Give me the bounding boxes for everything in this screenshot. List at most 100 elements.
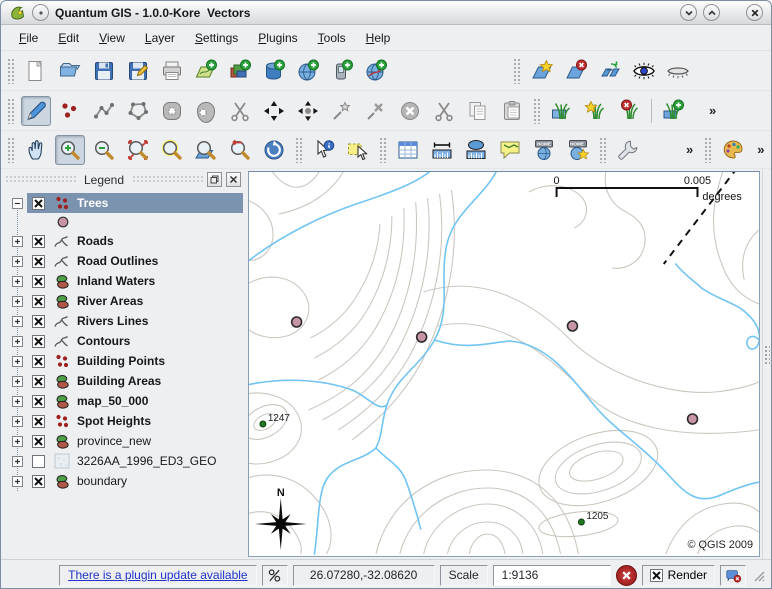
legend-item-river-areas[interactable]: River Areas	[3, 291, 243, 311]
move-feature-button[interactable]	[293, 96, 323, 126]
toolbar-drag-handle[interactable]	[379, 137, 387, 163]
menu-file[interactable]: File	[9, 27, 48, 49]
layer-visibility-checkbox[interactable]	[32, 295, 45, 308]
toolbar-overflow-button[interactable]: »	[752, 142, 769, 157]
expand-icon[interactable]	[12, 256, 23, 267]
new-bookmark-button[interactable]: HOME	[563, 135, 593, 165]
add-wms-layer-button[interactable]	[293, 56, 323, 86]
expand-icon[interactable]	[12, 236, 23, 247]
legend-item-building-areas[interactable]: Building Areas	[3, 371, 243, 391]
expand-icon[interactable]	[12, 296, 23, 307]
capture-point-button[interactable]	[55, 96, 85, 126]
toolbar-drag-handle[interactable]	[295, 137, 303, 163]
toolbar-overflow-button[interactable]: »	[681, 142, 698, 157]
layer-visibility-checkbox[interactable]	[32, 475, 45, 488]
folder-open-button[interactable]	[55, 56, 85, 86]
toolbar-drag-handle[interactable]	[7, 137, 15, 163]
measure-area-button[interactable]	[461, 135, 491, 165]
expand-icon[interactable]	[12, 396, 23, 407]
pan-button[interactable]	[21, 135, 51, 165]
layer-visibility-checkbox[interactable]	[32, 197, 45, 210]
new-layer-button[interactable]	[527, 56, 557, 86]
layer-visibility-checkbox[interactable]	[32, 355, 45, 368]
close-button[interactable]	[746, 4, 763, 21]
refresh-button[interactable]	[259, 135, 289, 165]
collapse-icon[interactable]	[12, 198, 23, 209]
expand-icon[interactable]	[12, 436, 23, 447]
toolbar-drag-handle[interactable]	[513, 58, 521, 84]
select-features-button[interactable]	[343, 135, 373, 165]
capture-line-button[interactable]	[89, 96, 119, 126]
add-raster-layer-button[interactable]	[225, 56, 255, 86]
legend-item-roads[interactable]: Roads	[3, 231, 243, 251]
layer-visibility-checkbox[interactable]	[32, 455, 45, 468]
menu-help[interactable]: Help	[356, 27, 401, 49]
expand-icon[interactable]	[12, 336, 23, 347]
layer-visibility-checkbox[interactable]	[32, 435, 45, 448]
grass-add-layer-button[interactable]	[658, 96, 688, 126]
scale-input[interactable]: 1:9136	[493, 565, 611, 586]
render-checkbox[interactable]	[650, 569, 663, 582]
layer-visibility-checkbox[interactable]	[32, 415, 45, 428]
window-menu-button[interactable]	[32, 4, 49, 21]
layer-visibility-checkbox[interactable]	[32, 375, 45, 388]
legend-item-3226aa-1996-ed3-geo[interactable]: 3226AA_1996_ED3_GEO	[3, 451, 243, 471]
menu-tools[interactable]: Tools	[308, 27, 356, 49]
legend-close-button[interactable]	[226, 172, 241, 187]
layer-visibility-checkbox[interactable]	[32, 395, 45, 408]
projection-status-button[interactable]	[720, 565, 746, 586]
menu-layer[interactable]: Layer	[135, 27, 185, 49]
delete-selected-button[interactable]	[395, 96, 425, 126]
move-vertex-button[interactable]	[259, 96, 289, 126]
layer-visibility-checkbox[interactable]	[32, 275, 45, 288]
show-all-layers-button[interactable]	[629, 56, 659, 86]
save-as-button[interactable]	[123, 56, 153, 86]
capture-polygon-button[interactable]	[123, 96, 153, 126]
map-canvas[interactable]: 0 0.005 degrees 1247 1205 N	[249, 172, 759, 556]
toolbar-drag-handle[interactable]	[7, 58, 15, 84]
delete-vertex-button[interactable]	[361, 96, 391, 126]
add-vertex-button[interactable]	[327, 96, 357, 126]
legend-item-building-points[interactable]: Building Points	[3, 351, 243, 371]
legend-item-spot-heights[interactable]: Spot Heights	[3, 411, 243, 431]
legend-item-road-outlines[interactable]: Road Outlines	[3, 251, 243, 271]
zoom-selection-button[interactable]	[157, 135, 187, 165]
expand-icon[interactable]	[12, 476, 23, 487]
palette-button[interactable]	[718, 135, 748, 165]
print-button[interactable]	[157, 56, 187, 86]
file-new-button[interactable]	[21, 56, 51, 86]
legend-item-map-50-000[interactable]: map_50_000	[3, 391, 243, 411]
expand-icon[interactable]	[12, 276, 23, 287]
map-tips-button[interactable]	[495, 135, 525, 165]
expand-icon[interactable]	[12, 456, 23, 467]
grass-close-mapset-button[interactable]	[615, 96, 645, 126]
zoom-out-button[interactable]	[89, 135, 119, 165]
add-gps-layer-button[interactable]	[327, 56, 357, 86]
measure-line-button[interactable]	[427, 135, 457, 165]
plugin-status-button[interactable]	[262, 565, 288, 586]
legend-item-province-new[interactable]: province_new	[3, 431, 243, 451]
zoom-full-button[interactable]	[123, 135, 153, 165]
expand-icon[interactable]	[12, 316, 23, 327]
legend-item-inland-waters[interactable]: Inland Waters	[3, 271, 243, 291]
expand-icon[interactable]	[12, 416, 23, 427]
stop-render-button[interactable]	[616, 565, 637, 586]
zoom-in-button[interactable]	[55, 135, 85, 165]
zoom-layer-button[interactable]	[191, 135, 221, 165]
grass-new-mapset-button[interactable]	[581, 96, 611, 126]
save-button[interactable]	[89, 56, 119, 86]
paste-features-button[interactable]	[497, 96, 527, 126]
layer-visibility-checkbox[interactable]	[32, 235, 45, 248]
plugin-update-link[interactable]: There is a plugin update available	[68, 568, 247, 582]
legend-item-contours[interactable]: Contours	[3, 331, 243, 351]
menu-edit[interactable]: Edit	[48, 27, 89, 49]
resize-grip[interactable]	[751, 568, 765, 582]
layer-visibility-checkbox[interactable]	[32, 335, 45, 348]
minimize-button[interactable]	[680, 4, 697, 21]
toolbar-drag-handle[interactable]	[599, 137, 607, 163]
layer-visibility-checkbox[interactable]	[32, 315, 45, 328]
legend-item-trees[interactable]: Trees	[3, 193, 243, 213]
add-island-button[interactable]	[191, 96, 221, 126]
identify-button[interactable]	[309, 135, 339, 165]
menu-plugins[interactable]: Plugins	[248, 27, 307, 49]
